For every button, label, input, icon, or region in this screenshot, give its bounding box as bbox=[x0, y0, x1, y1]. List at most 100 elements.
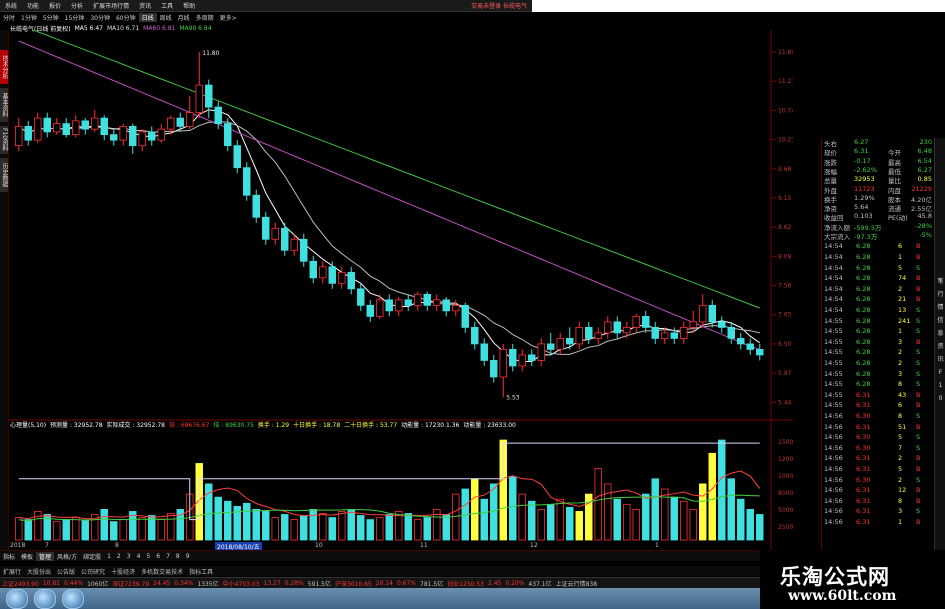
indicator-tab[interactable]: 管理 bbox=[36, 551, 55, 561]
indicator-tab[interactable]: 8 bbox=[173, 553, 183, 560]
menu-item[interactable]: 资讯 bbox=[134, 1, 156, 10]
tick-row: 14:56 6.31 2 B bbox=[824, 454, 934, 463]
indicator-tab-bar: 指标 模板 管理 风格/方 绑定股 1 2 3 4 5 6 7 8 9 bbox=[0, 550, 760, 561]
period-tab[interactable]: 5分钟 bbox=[40, 13, 62, 22]
right-tab[interactable]: F bbox=[935, 369, 945, 377]
volume-bar bbox=[613, 498, 621, 541]
tick-price: 6.28 bbox=[856, 295, 871, 304]
menu-item[interactable]: 工具 bbox=[156, 1, 178, 10]
right-tab[interactable]: 0 bbox=[935, 395, 945, 403]
candle bbox=[442, 299, 450, 312]
right-tab[interactable]: 1 bbox=[935, 382, 945, 390]
left-tab[interactable]: 基本资料 bbox=[0, 88, 8, 122]
index-quote: 1335亿 bbox=[197, 581, 219, 588]
function-tab[interactable]: 指标工具 bbox=[186, 567, 216, 576]
indicator-tab[interactable]: 1 bbox=[104, 553, 114, 560]
indicator-tab[interactable]: 6 bbox=[153, 553, 163, 560]
indicator-tab[interactable]: 3 bbox=[124, 553, 134, 560]
candle bbox=[746, 343, 754, 350]
volume-legend-item: 实际成交 : 32952.78 bbox=[106, 422, 165, 429]
menu-item[interactable]: 功能 bbox=[22, 1, 44, 10]
tick-side: B bbox=[916, 295, 921, 304]
right-tab[interactable]: 资 bbox=[935, 343, 945, 351]
candle bbox=[281, 227, 289, 251]
candle bbox=[262, 216, 270, 240]
price-tick: 7.56 bbox=[778, 283, 792, 290]
tick-side: B bbox=[916, 274, 921, 283]
period-tab[interactable]: 分时 bbox=[0, 13, 18, 22]
index-quote: 24.45 bbox=[153, 580, 171, 587]
period-tab[interactable]: 月线 bbox=[175, 13, 193, 22]
indicator-tab[interactable]: 模板 bbox=[18, 552, 36, 561]
right-tab[interactable]: 息 bbox=[935, 330, 945, 338]
period-tab[interactable]: 更多> bbox=[217, 13, 240, 22]
tick-side: S bbox=[916, 411, 921, 420]
account-status[interactable]: 交易未登录 长缆电气 bbox=[466, 1, 532, 10]
date-tick: 2018 bbox=[10, 542, 26, 549]
function-tab[interactable]: 十股经济 bbox=[108, 567, 138, 576]
app-icon[interactable] bbox=[62, 588, 84, 609]
indicator-tab[interactable]: 指标 bbox=[0, 552, 18, 561]
volume-bar bbox=[319, 513, 327, 541]
tick-side: S bbox=[916, 327, 921, 336]
volume-bar bbox=[509, 476, 517, 541]
function-tab[interactable]: 大股份出 bbox=[24, 567, 54, 576]
indicator-tab[interactable]: 4 bbox=[134, 553, 144, 560]
tick-time: 14:54 bbox=[824, 274, 843, 283]
menu-item[interactable]: 系统 bbox=[0, 1, 22, 10]
indicator-tab[interactable]: 5 bbox=[143, 553, 153, 560]
function-tab[interactable]: 多机数交易技术 bbox=[138, 567, 186, 576]
indicator-tab[interactable]: 2 bbox=[114, 553, 124, 560]
candle bbox=[594, 332, 602, 339]
kline-chart[interactable]: 11.80 5.53 11.80 11.27 10.74 10.21 9.68 9.15 8.… bbox=[8, 30, 793, 550]
indicator-tab[interactable]: 7 bbox=[163, 553, 173, 560]
right-tab[interactable]: 笔 bbox=[935, 278, 945, 286]
index-quote: 0.20% bbox=[505, 580, 525, 587]
menu-item[interactable]: 扩展市场行情 bbox=[88, 1, 134, 10]
volume-bar bbox=[262, 511, 270, 541]
right-tab[interactable]: 讯 bbox=[935, 356, 945, 364]
function-tab[interactable]: 扩展行 bbox=[0, 567, 24, 576]
menu-item[interactable]: 分析 bbox=[66, 1, 88, 10]
period-tab[interactable]: 多周期 bbox=[193, 13, 217, 22]
quote-value: 11723 bbox=[854, 184, 875, 193]
tick-price: 6.28 bbox=[856, 242, 871, 251]
period-tab[interactable]: 周线 bbox=[157, 13, 175, 22]
volume-bar bbox=[100, 508, 108, 541]
tick-time: 14:56 bbox=[824, 454, 843, 463]
price-tick: 10.74 bbox=[778, 107, 793, 114]
left-tab[interactable]: 技术分析 bbox=[0, 50, 8, 84]
volume-bar bbox=[575, 511, 583, 541]
volume-tick: 8000 bbox=[778, 490, 793, 497]
function-tab[interactable]: 公告版 bbox=[54, 567, 78, 576]
index-quote: 0.34% bbox=[174, 580, 194, 587]
left-tab[interactable]: F10资料 bbox=[0, 126, 8, 154]
function-tab[interactable]: 公司研究 bbox=[78, 567, 108, 576]
period-tab[interactable]: 日线 bbox=[138, 12, 157, 22]
left-tab[interactable]: 历史数据 bbox=[0, 158, 8, 192]
volume-bar bbox=[632, 508, 640, 541]
period-tab[interactable]: 15分钟 bbox=[62, 13, 88, 22]
tick-row: 14:55 6.28 241 S bbox=[824, 317, 934, 326]
period-tab[interactable]: 30分钟 bbox=[87, 13, 113, 22]
date-axis: 201878910111212018/08/10/五 bbox=[0, 542, 790, 551]
indicator-tab[interactable]: 绑定股 bbox=[80, 552, 104, 561]
period-tab[interactable]: 60分钟 bbox=[113, 13, 139, 22]
quote-value2: -5% bbox=[919, 231, 932, 239]
tick-side: B bbox=[916, 496, 921, 505]
volume-bar bbox=[167, 513, 175, 541]
right-tab[interactable]: 情 bbox=[935, 304, 945, 312]
tick-time: 14:54 bbox=[824, 242, 843, 251]
period-tab[interactable]: 1分钟 bbox=[18, 13, 40, 22]
volume-bar bbox=[281, 514, 289, 541]
start-orb-icon[interactable] bbox=[6, 588, 28, 609]
menu-item[interactable]: 帮助 bbox=[178, 1, 200, 10]
tick-volume: 2 bbox=[898, 475, 903, 484]
ie-icon[interactable] bbox=[34, 588, 56, 609]
right-tab[interactable]: 信 bbox=[935, 317, 945, 325]
indicator-tab[interactable]: 9 bbox=[183, 553, 193, 560]
right-tab[interactable]: 行 bbox=[935, 291, 945, 299]
indicator-tab[interactable]: 风格/方 bbox=[54, 552, 80, 561]
tick-volume: 241 bbox=[898, 316, 911, 325]
menu-item[interactable]: 报价 bbox=[44, 1, 66, 10]
